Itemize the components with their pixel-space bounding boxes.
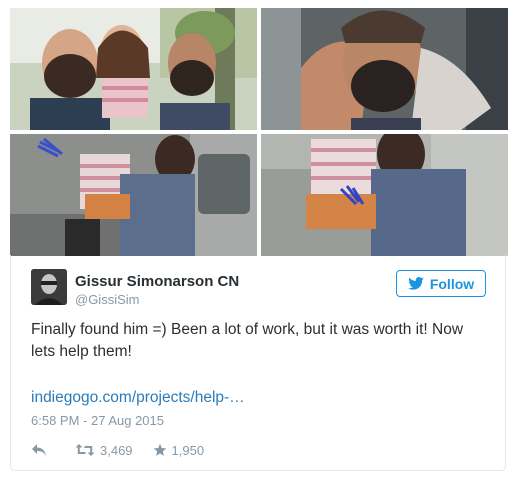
tweet-photo-4[interactable] (261, 134, 508, 256)
twitter-bird-icon (408, 277, 424, 290)
reply-button[interactable] (31, 443, 47, 457)
campaign-link[interactable]: indiegogo.com/projects/help-… (31, 389, 245, 407)
retweet-count: 3,469 (100, 442, 133, 458)
tweet-photo-1[interactable] (10, 8, 257, 130)
star-icon (153, 443, 167, 457)
follow-label: Follow (429, 275, 475, 292)
tweet-card: Gissur Simonarson CN @GissiSim Follow Fi… (10, 255, 506, 471)
like-button[interactable]: 1,950 (153, 442, 205, 458)
tweet-timestamp[interactable]: 6:58 PM - 27 Aug 2015 (31, 413, 164, 428)
tweet-photo-3[interactable] (10, 134, 257, 256)
retweet-button[interactable]: 3,469 (75, 443, 133, 458)
author-handle[interactable]: @GissiSim (75, 292, 139, 307)
tweet-actions: 3,469 1,950 (31, 441, 204, 459)
photo-grid (10, 8, 508, 256)
like-count: 1,950 (171, 442, 205, 458)
follow-button[interactable]: Follow (396, 270, 486, 297)
author-avatar[interactable] (31, 269, 67, 305)
tweet-text: Finally found him =) Been a lot of work,… (31, 321, 464, 360)
tweet-photo-2[interactable] (261, 8, 508, 130)
author-name[interactable]: Gissur Simonarson CN (75, 273, 239, 290)
reply-icon (31, 443, 47, 457)
retweet-icon (75, 443, 95, 457)
